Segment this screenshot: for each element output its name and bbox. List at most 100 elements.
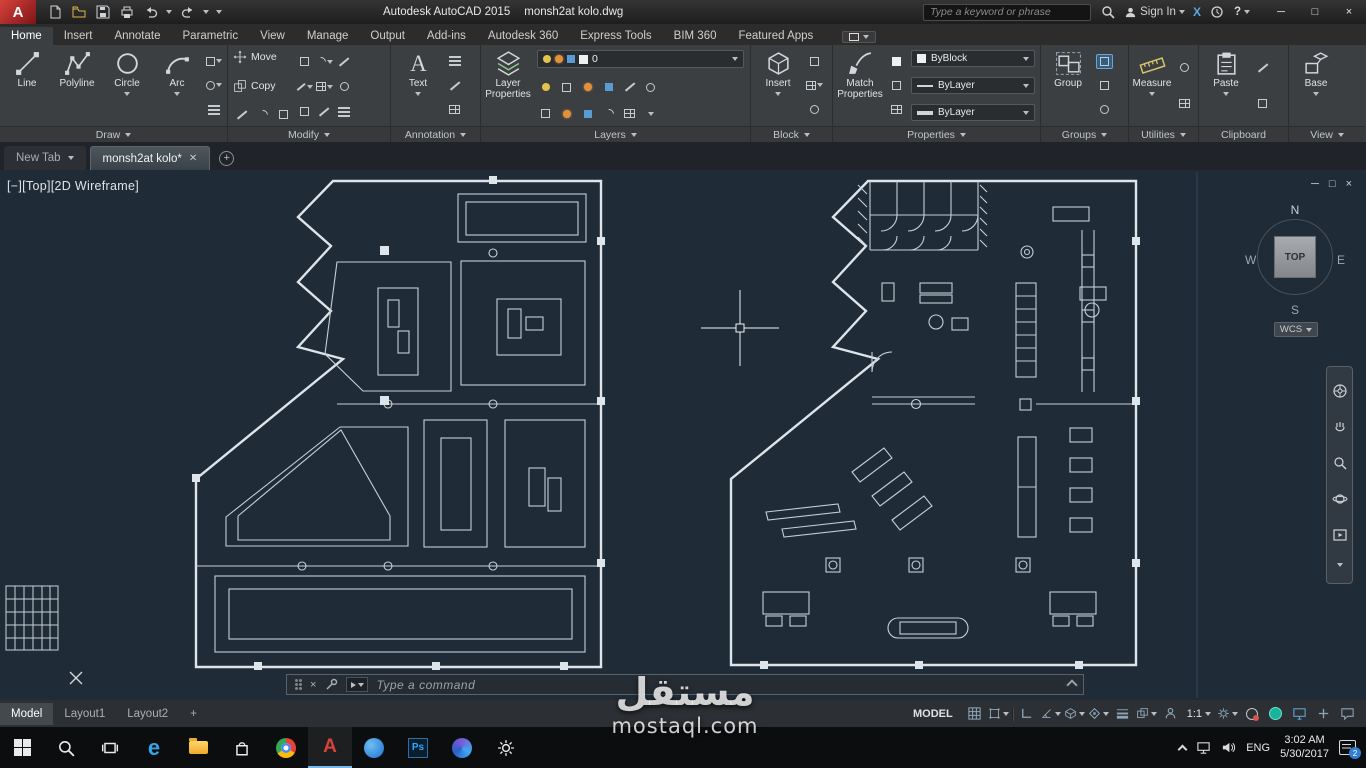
start-button[interactable] bbox=[0, 727, 44, 768]
modify-more-icon[interactable] bbox=[336, 104, 353, 119]
ribbon-tab-parametric[interactable]: Parametric bbox=[172, 27, 250, 45]
layout1-tab[interactable]: Layout1 bbox=[53, 703, 116, 725]
communication-center-icon[interactable] bbox=[1209, 4, 1226, 21]
layer-match-icon[interactable] bbox=[621, 80, 638, 95]
viewport-menu-button[interactable]: [−] bbox=[7, 179, 22, 193]
ribbon-tab-bim360[interactable]: BIM 360 bbox=[663, 27, 728, 45]
undo-button[interactable] bbox=[142, 4, 159, 21]
search-input[interactable] bbox=[923, 3, 1092, 21]
lineweight-toggle[interactable] bbox=[1112, 703, 1133, 724]
trim-tool-icon[interactable] bbox=[296, 79, 313, 94]
draw-panel-title[interactable]: Draw bbox=[0, 126, 227, 142]
plot-button[interactable] bbox=[118, 4, 135, 21]
command-prompt-text[interactable]: Type a command bbox=[376, 678, 475, 692]
viewcube-top-face[interactable]: TOP bbox=[1274, 236, 1316, 278]
autocad-taskbar-icon[interactable]: A bbox=[308, 727, 352, 768]
edge-icon[interactable]: e bbox=[132, 727, 176, 768]
color-dropdown[interactable]: ByBlock bbox=[911, 50, 1035, 67]
insert-block-button[interactable]: Insert bbox=[754, 47, 802, 124]
lineweight-dropdown[interactable]: ByLayer bbox=[911, 104, 1035, 121]
base-view-button[interactable]: Base bbox=[1292, 47, 1340, 124]
taskbar-search-button[interactable] bbox=[44, 727, 88, 768]
layers-panel-title[interactable]: Layers bbox=[481, 126, 750, 142]
zoom-icon[interactable] bbox=[1332, 455, 1348, 471]
snap-mode-toggle[interactable] bbox=[988, 703, 1009, 724]
command-line[interactable]: × Type a command bbox=[286, 674, 1084, 695]
rotate-tool-icon[interactable] bbox=[254, 107, 271, 122]
text-tool-button[interactable]: A Text bbox=[394, 47, 442, 124]
exchange-apps-icon[interactable]: X bbox=[1193, 5, 1201, 19]
command-customize-icon[interactable] bbox=[324, 678, 338, 692]
close-button[interactable]: × bbox=[1332, 0, 1366, 24]
ortho-mode-toggle[interactable] bbox=[1016, 703, 1037, 724]
ribbon-tab-view[interactable]: View bbox=[249, 27, 296, 45]
ribbon-tab-annotate[interactable]: Annotate bbox=[103, 27, 171, 45]
sign-in-button[interactable]: Sign In bbox=[1124, 6, 1185, 19]
hardware-acceleration-button[interactable] bbox=[1265, 703, 1286, 724]
pan-hand-icon[interactable] bbox=[1332, 419, 1348, 435]
layer-properties-button[interactable]: Layer Properties bbox=[484, 47, 532, 124]
group-selection-icon[interactable] bbox=[1096, 102, 1113, 117]
save-button[interactable] bbox=[94, 4, 111, 21]
ribbon-tab-featured-apps[interactable]: Featured Apps bbox=[727, 27, 824, 45]
recent-commands-button[interactable] bbox=[346, 677, 369, 692]
command-history-chevron[interactable] bbox=[1066, 679, 1078, 691]
chrome-icon[interactable] bbox=[264, 727, 308, 768]
isodraft-toggle[interactable] bbox=[1064, 703, 1085, 724]
new-file-button[interactable] bbox=[46, 4, 63, 21]
rectangle-tool-icon[interactable] bbox=[205, 54, 222, 69]
group-button[interactable]: Group bbox=[1044, 47, 1092, 124]
file-tab-close-icon[interactable]: ✕ bbox=[189, 153, 197, 164]
layer-prev-icon[interactable] bbox=[600, 106, 617, 121]
notification-center-icon[interactable]: 2 bbox=[1339, 740, 1361, 759]
ribbon-tab-express-tools[interactable]: Express Tools bbox=[569, 27, 662, 45]
workspace-switching-button[interactable] bbox=[1217, 703, 1238, 724]
qat-customize-caret[interactable] bbox=[216, 10, 222, 14]
scale-tool-icon[interactable] bbox=[275, 107, 292, 122]
viewcube-south[interactable]: S bbox=[1291, 303, 1299, 317]
layer-freeze-icon[interactable] bbox=[579, 80, 596, 95]
command-line-grip[interactable] bbox=[295, 679, 302, 690]
viewport-view-button[interactable]: [Top] bbox=[22, 179, 51, 193]
graphics-performance-button[interactable] bbox=[1289, 703, 1310, 724]
layer-thaw-all-icon[interactable] bbox=[558, 106, 575, 121]
add-layout-button[interactable]: + bbox=[179, 703, 208, 725]
model-space-indicator[interactable]: MODEL bbox=[905, 708, 961, 720]
store-icon[interactable] bbox=[220, 727, 264, 768]
group-edit-icon[interactable] bbox=[1096, 53, 1113, 69]
steering-wheel-icon[interactable] bbox=[1332, 383, 1348, 399]
media-app-icon[interactable] bbox=[440, 727, 484, 768]
id-point-icon[interactable] bbox=[1176, 60, 1193, 75]
ellipse-tool-icon[interactable] bbox=[205, 78, 222, 93]
selection-cycling-toggle[interactable] bbox=[1136, 703, 1157, 724]
tray-chevron-icon[interactable] bbox=[1177, 744, 1188, 754]
drawing-canvas[interactable] bbox=[0, 170, 1366, 700]
language-indicator[interactable]: ENG bbox=[1246, 742, 1270, 754]
properties-panel-title[interactable]: Properties bbox=[833, 126, 1040, 142]
drawing-area[interactable]: [−] [Top] [2D Wireframe] ─ □ × N TOP W E… bbox=[0, 170, 1366, 700]
viewport-style-button[interactable]: [2D Wireframe] bbox=[51, 179, 139, 193]
dimension-tool-icon[interactable] bbox=[446, 54, 463, 69]
task-view-button[interactable] bbox=[88, 727, 132, 768]
transparency-icon[interactable] bbox=[888, 78, 905, 93]
ungroup-icon[interactable] bbox=[1096, 78, 1113, 93]
object-color-icon[interactable] bbox=[888, 54, 905, 69]
annotation-scale-button[interactable]: 1:1 bbox=[1184, 708, 1214, 720]
wcs-dropdown[interactable]: WCS bbox=[1274, 322, 1318, 337]
add-file-tab-button[interactable]: + bbox=[219, 151, 235, 166]
customization-menu-button[interactable] bbox=[1337, 703, 1358, 724]
blue-app-icon[interactable] bbox=[352, 727, 396, 768]
quick-calc-icon[interactable] bbox=[1176, 96, 1193, 111]
file-explorer-icon[interactable] bbox=[176, 727, 220, 768]
volume-tray-icon[interactable] bbox=[1221, 740, 1236, 755]
line-t# ool-button[interactable]: Line bbox=[3, 47, 51, 124]
copy-tool-button[interactable]: Copy bbox=[233, 79, 292, 93]
block-panel-title[interactable]: Block bbox=[751, 126, 832, 142]
viewcube-east[interactable]: E bbox=[1337, 253, 1345, 267]
layer-lock-tool-icon[interactable] bbox=[600, 80, 617, 95]
layer-dropdown[interactable]: 0 bbox=[537, 50, 744, 68]
layer-unisolate-icon[interactable] bbox=[537, 106, 554, 121]
layer-walk-icon[interactable] bbox=[642, 80, 659, 95]
layer-more-icon[interactable] bbox=[642, 106, 659, 121]
object-snap-toggle[interactable] bbox=[1088, 703, 1109, 724]
